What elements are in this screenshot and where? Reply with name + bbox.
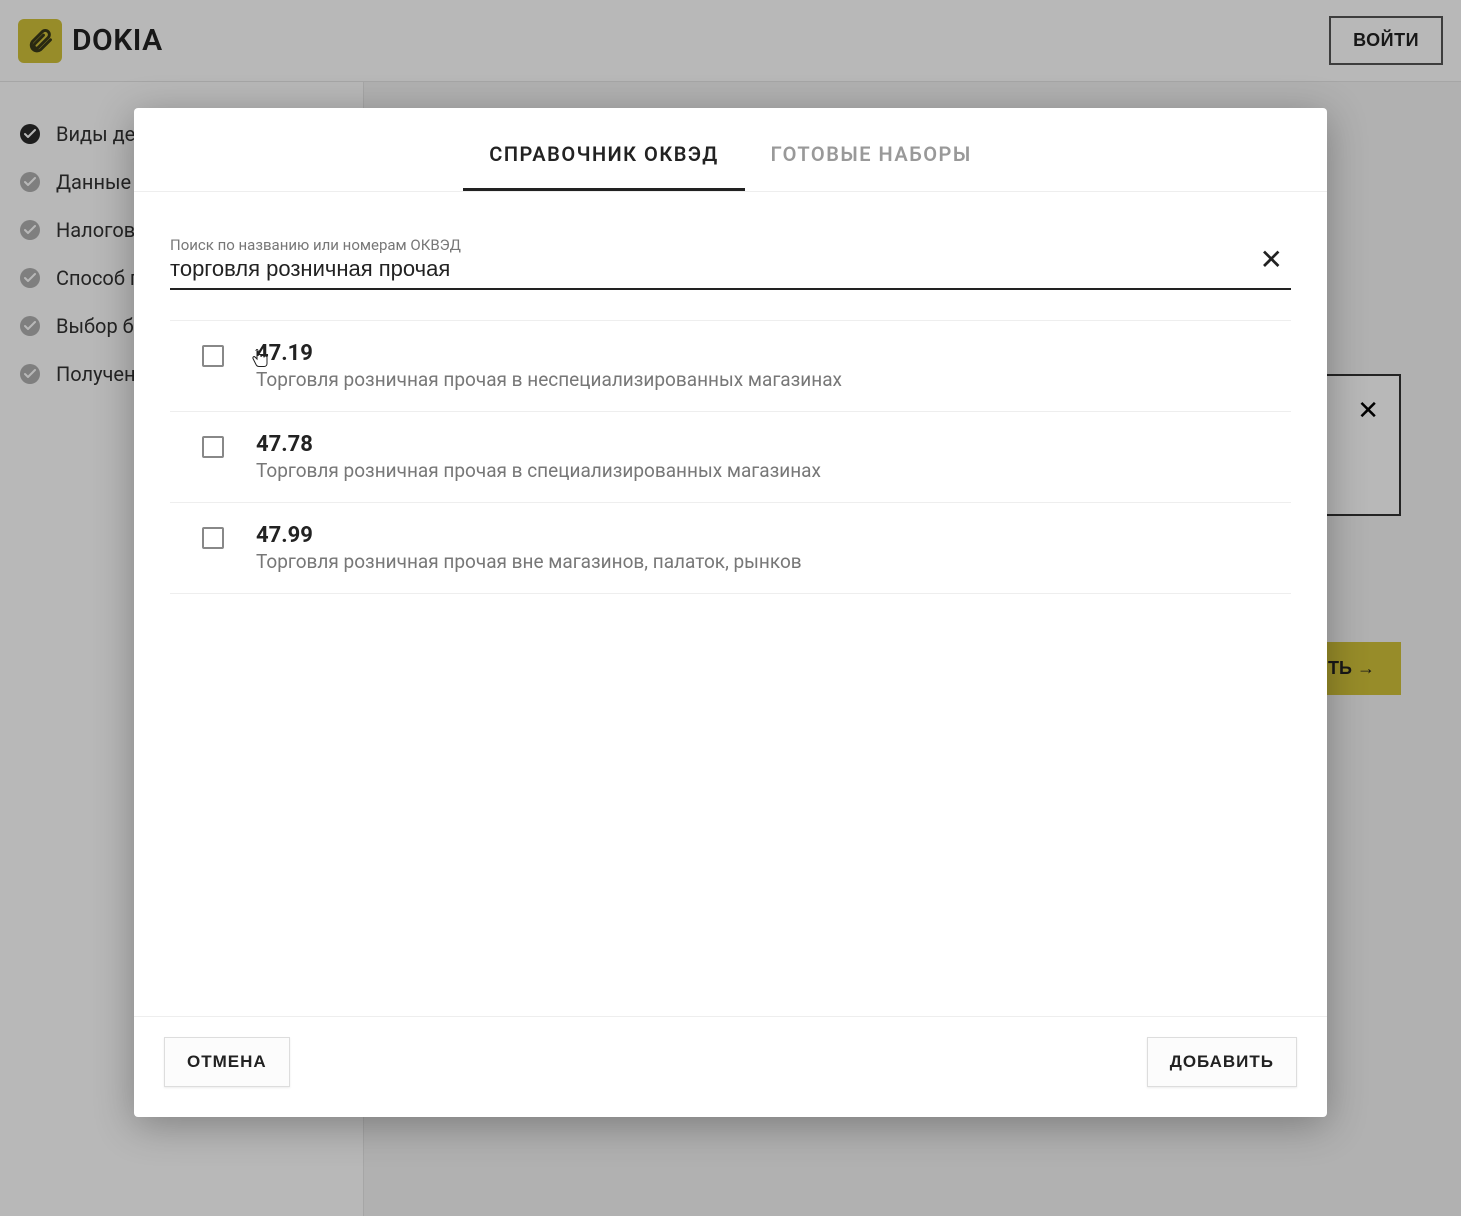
result-code: 47.19 xyxy=(256,341,1259,366)
result-desc: Торговля розничная прочая в специализиро… xyxy=(256,459,1259,482)
result-code: 47.78 xyxy=(256,432,1259,457)
okved-picker-modal: СПРАВОЧНИК ОКВЭД ГОТОВЫЕ НАБОРЫ Поиск по… xyxy=(134,108,1327,1117)
search-field: Поиск по названию или номерам ОКВЭД ✕ xyxy=(170,232,1291,290)
result-row[interactable]: 47.78 Торговля розничная прочая в специа… xyxy=(170,412,1291,503)
tab-okved-directory[interactable]: СПРАВОЧНИК ОКВЭД xyxy=(463,132,744,191)
result-row[interactable]: 47.19 Торговля розничная прочая в неспец… xyxy=(170,321,1291,412)
result-desc: Торговля розничная прочая вне магазинов,… xyxy=(256,550,1259,573)
cancel-button[interactable]: ОТМЕНА xyxy=(164,1037,290,1087)
tab-ready-sets[interactable]: ГОТОВЫЕ НАБОРЫ xyxy=(745,132,998,191)
add-button[interactable]: ДОБАВИТЬ xyxy=(1147,1037,1297,1087)
modal-footer: ОТМЕНА ДОБАВИТЬ xyxy=(134,1016,1327,1117)
checkbox[interactable] xyxy=(202,436,224,458)
modal-tabs: СПРАВОЧНИК ОКВЭД ГОТОВЫЕ НАБОРЫ xyxy=(134,108,1327,192)
checkbox[interactable] xyxy=(202,527,224,549)
result-row[interactable]: 47.99 Торговля розничная прочая вне мага… xyxy=(170,503,1291,594)
result-code: 47.99 xyxy=(256,523,1259,548)
results-list: 47.19 Торговля розничная прочая в неспец… xyxy=(170,320,1291,996)
search-label: Поиск по названию или номерам ОКВЭД xyxy=(170,236,1251,254)
search-input[interactable] xyxy=(170,256,1251,282)
checkbox[interactable] xyxy=(202,345,224,367)
clear-icon[interactable]: ✕ xyxy=(1260,246,1283,274)
result-desc: Торговля розничная прочая в неспециализи… xyxy=(256,368,1259,391)
